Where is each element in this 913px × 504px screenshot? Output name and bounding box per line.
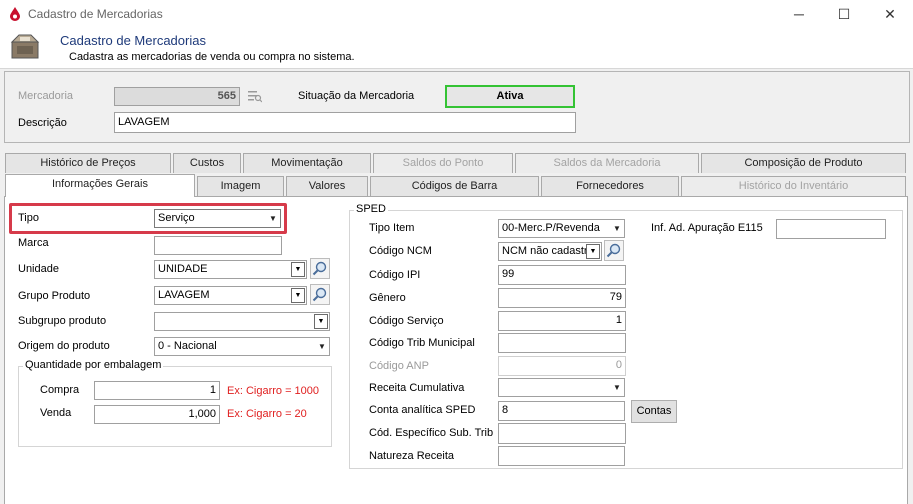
anp-label: Código ANP — [369, 360, 429, 372]
genero-input[interactable]: 79 — [498, 288, 626, 308]
tab-historico-precos[interactable]: Histórico de Preços — [5, 153, 171, 173]
tipo-item-label: Tipo Item — [369, 222, 415, 234]
tipo-highlight-box — [9, 203, 287, 234]
tab-historico-inventario[interactable]: Histórico do Inventário — [681, 176, 906, 196]
descricao-input[interactable]: LAVAGEM — [114, 112, 576, 133]
compra-input[interactable]: 1 — [94, 381, 220, 400]
dropdown-arrow-icon: ▼ — [613, 383, 621, 392]
subgrupo-select[interactable]: ▼ — [154, 312, 330, 331]
mercadoria-label: Mercadoria — [18, 90, 74, 102]
tab-saldos-ponto[interactable]: Saldos do Ponto — [373, 153, 513, 173]
codigo-servico-input[interactable]: 1 — [498, 311, 626, 331]
page-header: Cadastro de Mercadorias Cadastra as merc… — [0, 28, 913, 69]
title-bar: Cadastro de Mercadorias ─ ☐ ✕ — [0, 0, 913, 28]
unidade-search-button[interactable] — [310, 258, 330, 279]
dropdown-arrow-icon: ▼ — [318, 342, 326, 351]
tab-imagem[interactable]: Imagem — [197, 176, 284, 196]
natureza-receita-input[interactable] — [498, 446, 625, 466]
tab-composicao-produto[interactable]: Composição de Produto — [701, 153, 906, 173]
grupo-produto-select[interactable]: LAVAGEM ▼ — [154, 286, 307, 305]
dropdown-arrow-icon: ▼ — [613, 224, 621, 233]
page-title: Cadastro de Mercadorias — [60, 33, 206, 48]
list-lookup-icon[interactable] — [248, 90, 262, 103]
cod-especifico-input[interactable] — [498, 423, 626, 444]
venda-hint: Ex: Cigarro = 20 — [227, 408, 307, 420]
compra-hint: Ex: Cigarro = 1000 — [227, 385, 320, 397]
situacao-label: Situação da Mercadoria — [298, 90, 415, 102]
receita-cumulativa-select[interactable]: ▼ — [498, 378, 625, 397]
app-drop-icon — [10, 7, 20, 21]
unidade-select[interactable]: UNIDADE ▼ — [154, 260, 307, 279]
trib-municipal-input[interactable] — [498, 333, 626, 353]
dropdown-arrow-icon: ▼ — [314, 314, 328, 329]
tab-saldos-mercadoria[interactable]: Saldos da Mercadoria — [515, 153, 699, 173]
descricao-label: Descrição — [18, 117, 67, 129]
unidade-label: Unidade — [18, 263, 59, 275]
trib-municipal-label: Código Trib Municipal — [369, 337, 475, 349]
genero-label: Gênero — [369, 292, 406, 304]
magnifier-icon — [312, 261, 327, 276]
dropdown-arrow-icon: ▼ — [291, 288, 305, 303]
origem-select[interactable]: 0 - Nacional ▼ — [154, 337, 330, 356]
conta-analitica-label: Conta analítica SPED — [369, 404, 476, 416]
inf-ad-label: Inf. Ad. Apuração E115 — [651, 222, 763, 234]
cod-especifico-label: Cód. Específico Sub. Trib — [369, 427, 494, 439]
situacao-status-button[interactable]: Ativa — [445, 85, 575, 108]
tab-informacoes-gerais[interactable]: Informações Gerais — [5, 174, 195, 197]
grupo-produto-value: LAVAGEM — [158, 289, 210, 301]
marca-label: Marca — [18, 237, 49, 249]
tab-custos[interactable]: Custos — [173, 153, 241, 173]
grupo-produto-label: Grupo Produto — [18, 290, 91, 302]
sped-title: SPED — [354, 203, 388, 215]
grupo-produto-search-button[interactable] — [310, 284, 330, 305]
tab-valores[interactable]: Valores — [286, 176, 368, 196]
tab-codigos-barra[interactable]: Códigos de Barra — [370, 176, 539, 196]
magnifier-icon — [312, 287, 327, 302]
origem-label: Origem do produto — [18, 340, 110, 352]
ncm-value: NCM não cadastr — [502, 245, 588, 257]
venda-label: Venda — [40, 407, 72, 419]
anp-input: 0 — [498, 356, 626, 376]
venda-input[interactable]: 1,000 — [94, 405, 220, 424]
contas-button[interactable]: Contas — [631, 400, 677, 423]
subgrupo-label: Subgrupo produto — [18, 315, 107, 327]
tab-movimentacao[interactable]: Movimentação — [243, 153, 371, 173]
conta-analitica-input[interactable]: 8 — [498, 401, 625, 421]
compra-label: Compra — [40, 384, 80, 396]
window-title: Cadastro de Mercadorias — [28, 7, 163, 21]
close-button[interactable]: ✕ — [867, 0, 913, 28]
natureza-receita-label: Natureza Receita — [369, 450, 454, 462]
tipo-item-select[interactable]: 00-Merc.P/Revenda ▼ — [498, 219, 625, 238]
mercadoria-code-field: 565 — [114, 87, 240, 106]
ncm-search-button[interactable] — [604, 240, 624, 261]
quantidade-embalagem-title: Quantidade por embalagem — [23, 359, 164, 371]
unidade-value: UNIDADE — [158, 263, 208, 275]
dropdown-arrow-icon: ▼ — [291, 262, 305, 277]
ncm-select[interactable]: NCM não cadastr ▼ — [498, 242, 602, 261]
receita-cumulativa-label: Receita Cumulativa — [369, 382, 465, 394]
product-box-icon — [10, 34, 40, 59]
product-header-panel: Mercadoria 565 Situação da Mercadoria At… — [4, 71, 910, 143]
ipi-input[interactable]: 99 — [498, 265, 626, 285]
maximize-button[interactable]: ☐ — [821, 0, 867, 28]
inf-ad-input[interactable] — [776, 219, 886, 239]
magnifier-icon — [606, 243, 621, 258]
ncm-label: Código NCM — [369, 245, 432, 257]
minimize-button[interactable]: ─ — [776, 0, 822, 28]
page-subtitle: Cadastra as mercadorias de venda ou comp… — [69, 51, 355, 63]
codigo-servico-label: Código Serviço — [369, 315, 444, 327]
origem-value: 0 - Nacional — [158, 340, 217, 352]
dropdown-arrow-icon: ▼ — [586, 244, 600, 259]
tab-fornecedores[interactable]: Fornecedores — [541, 176, 679, 196]
marca-input[interactable] — [154, 236, 282, 255]
ipi-label: Código IPI — [369, 269, 421, 281]
tipo-item-value: 00-Merc.P/Revenda — [502, 222, 600, 234]
